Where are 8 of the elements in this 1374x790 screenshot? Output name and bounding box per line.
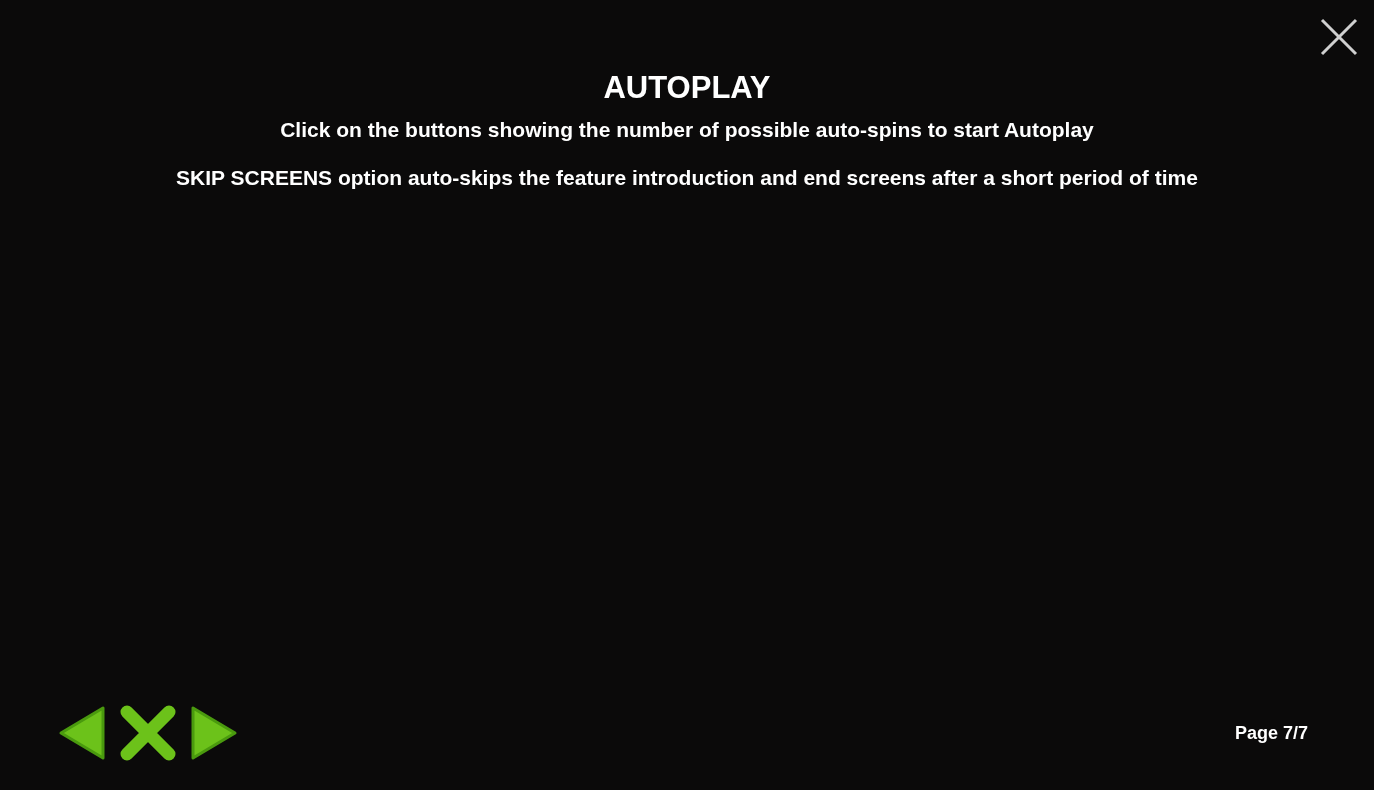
page-title: AUTOPLAY [603,72,771,103]
close-icon[interactable] [119,704,177,762]
close-icon[interactable] [1320,18,1358,56]
instruction-text: SKIP SCREENS option auto-skips the feature introduction and end screens after a short period of time [176,165,1198,191]
previous-arrow-icon[interactable] [57,704,107,762]
next-arrow-icon[interactable] [189,704,239,762]
instruction-text: Click on the buttons showing the number of possible auto-spins to start Autoplay [280,117,1094,143]
page-indicator: Page 7/7 [1234,722,1308,745]
